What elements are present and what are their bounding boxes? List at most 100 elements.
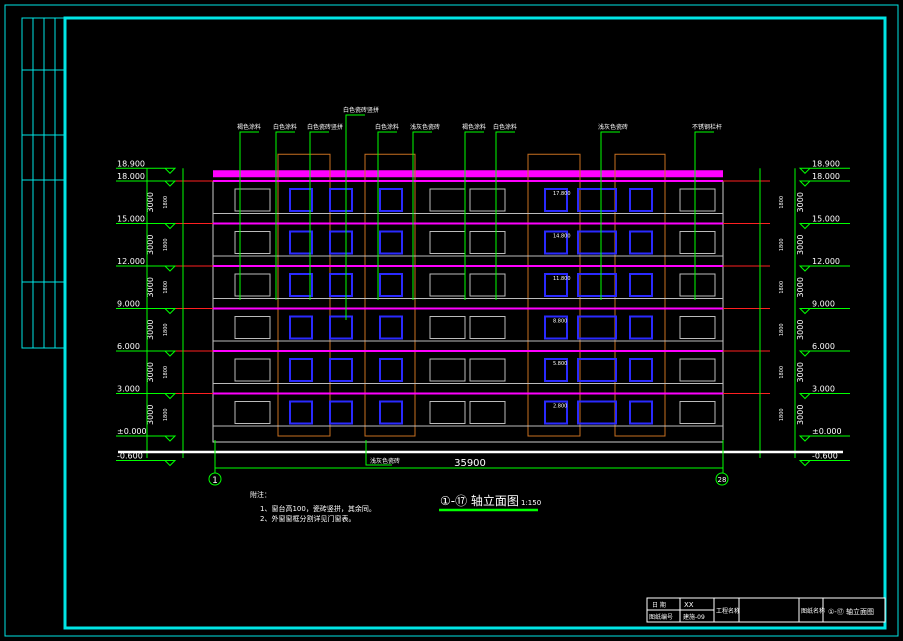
window [289, 315, 313, 340]
window [629, 273, 653, 297]
elevation-marker-right [798, 350, 850, 357]
window [329, 230, 353, 255]
window [429, 273, 466, 297]
elevation-left: 15.000 [117, 215, 145, 224]
material-label: 浅灰色瓷砖 [598, 123, 628, 131]
window [379, 315, 403, 340]
elevation-marker-left [116, 223, 177, 230]
title-block: 日 期 XX 图纸编号 建施-09 工程名称 图纸名称 ①-⑰ 轴立面图 [646, 597, 886, 623]
sub-dimension-right: 1800 [779, 238, 785, 251]
elevation-marker-left [116, 350, 177, 357]
window [329, 400, 353, 425]
window [469, 231, 506, 254]
elevation-marker-right [798, 223, 850, 230]
sub-dimension-left: 1800 [163, 366, 169, 379]
date-label: 日 期 [652, 601, 666, 609]
window [679, 188, 716, 212]
window [289, 358, 313, 382]
notes-heading: 附注： [250, 490, 271, 499]
story-dimension-right: 3000 [796, 320, 805, 340]
sill-mark: 14.800 [553, 234, 571, 240]
elevation-left: 12.000 [117, 257, 145, 266]
elevation-marker-left [116, 180, 177, 187]
window [379, 358, 403, 382]
elevation-right: 3.000 [812, 385, 835, 394]
elevation-marker-right [798, 393, 850, 400]
elevation-left: 9.000 [117, 300, 140, 309]
sub-dimension-right: 1800 [779, 196, 785, 209]
material-leader [464, 131, 484, 300]
window-double [577, 358, 617, 382]
material-leader [345, 114, 365, 320]
outer-frame [4, 4, 899, 637]
window [379, 273, 403, 297]
window [429, 188, 466, 212]
material-label: 白色瓷砖竖拼 [343, 106, 379, 114]
drawing-name-value: ①-⑰ 轴立面图 [828, 607, 874, 616]
drawing-scale: 1:150 [521, 499, 541, 507]
drawing-title: ①-⑰ 轴立面图 [440, 493, 519, 508]
bottom-material-label: 浅灰色瓷砖 [370, 457, 400, 465]
sub-dimension-right: 1800 [779, 408, 785, 421]
window-double [577, 315, 617, 340]
elevation-right: 15.000 [812, 215, 840, 224]
elevation-marker-left [116, 435, 177, 442]
note-2: 2、外窗窗框分割详见门窗表。 [260, 514, 355, 523]
elevation-right: 9.000 [812, 300, 835, 309]
elevation-right: 18.000 [812, 172, 840, 181]
material-leader [412, 131, 432, 300]
material-label: 褐色涂料 [237, 123, 261, 131]
window-double [577, 230, 617, 255]
elevation-left: 3.000 [117, 385, 140, 394]
elevation-left: 6.000 [117, 342, 140, 351]
window [429, 231, 466, 254]
window [469, 401, 506, 424]
window [469, 273, 506, 297]
window [629, 400, 653, 425]
elevation-marker-left [116, 393, 177, 400]
window [679, 316, 716, 339]
sill-mark: 2.800 [553, 404, 567, 410]
overall-dimension: 35900 [454, 458, 486, 469]
window [234, 316, 271, 339]
window [629, 230, 653, 255]
window [379, 188, 403, 212]
story-dimension-right: 3000 [796, 405, 805, 425]
elevation-marker-left [116, 265, 177, 272]
window-double [577, 400, 617, 425]
window [429, 316, 466, 339]
sill-mark: 17.800 [553, 191, 571, 197]
building-elevation: 2.800 3000 3000 1800 1800 5.800 3000 3000 1800 18… [146, 153, 805, 458]
elevation-right: 18.900 [812, 159, 840, 168]
elevation-marker-right [798, 180, 850, 187]
material-leader [239, 131, 259, 300]
sill-mark: 11.800 [553, 276, 571, 282]
cad-drawing: 2.8003000 30001800 18005.8003000 30001800 18… [4, 4, 899, 637]
material-label: 白色瓷砖竖拼 [307, 123, 343, 131]
window [379, 230, 403, 255]
window [329, 188, 353, 212]
material-label: 白色涂料 [493, 123, 517, 131]
window [469, 188, 506, 212]
window [289, 400, 313, 425]
window [289, 188, 313, 212]
story-dimension-right: 3000 [796, 235, 805, 255]
elevation-marker-right [798, 435, 850, 442]
story-dimension-right: 3000 [796, 277, 805, 297]
sub-dimension-left: 1800 [163, 323, 169, 336]
sub-dimension-right: 1800 [779, 281, 785, 294]
elevation-left: 18.000 [117, 172, 145, 181]
sub-dimension-right: 1800 [779, 323, 785, 336]
material-label: 浅灰色瓷砖 [410, 123, 440, 131]
material-label: 白色涂料 [273, 123, 297, 131]
binding-strip-table [21, 17, 66, 349]
elevation-right: 6.000 [812, 342, 835, 351]
elevation-labels: 18.900 18.900 18.000 18.000 15.000 15.000 12.0… [116, 159, 850, 467]
elevation-marker-left [116, 308, 177, 315]
story-dimension-right: 3000 [796, 192, 805, 212]
drawing-no-value: 建施-09 [683, 613, 705, 621]
material-label: 白色涂料 [375, 123, 399, 131]
elevation-right: 12.000 [812, 257, 840, 266]
material-label: 褐色涂料 [462, 123, 486, 131]
sill-mark: 8.800 [553, 319, 567, 325]
